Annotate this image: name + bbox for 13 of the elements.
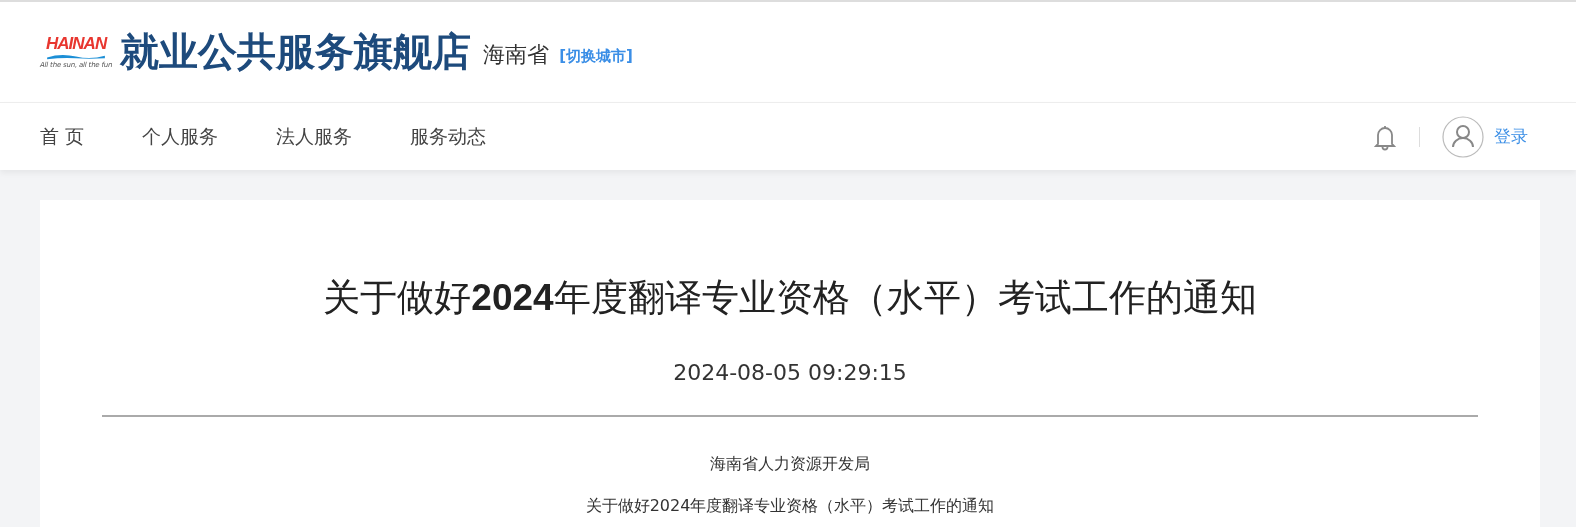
avatar-icon[interactable]	[1442, 115, 1484, 158]
site-title: 就业公共服务旗舰店	[120, 28, 472, 76]
region-label: 海南省	[483, 41, 550, 69]
paragraph: 关于做好2024年度翻译专业资格（水平）考试工作的通知	[584, 497, 996, 515]
login-link[interactable]: 登录	[1494, 125, 1528, 148]
paragraph: 海南省人力资源开发局	[709, 455, 871, 473]
nav-item[interactable]: 法人服务	[276, 123, 353, 150]
nav-item[interactable]: 服务动态	[410, 123, 487, 150]
article-date: 2024-08-05 09:29:15	[672, 360, 908, 385]
nav-item[interactable]: 首 页	[40, 123, 85, 150]
logo-text: HAINAN	[46, 34, 107, 53]
nav-item[interactable]: 个人服务	[142, 123, 219, 150]
article-title: 关于做好2024年度翻译专业资格（水平）考试工作的通知	[322, 275, 1258, 320]
